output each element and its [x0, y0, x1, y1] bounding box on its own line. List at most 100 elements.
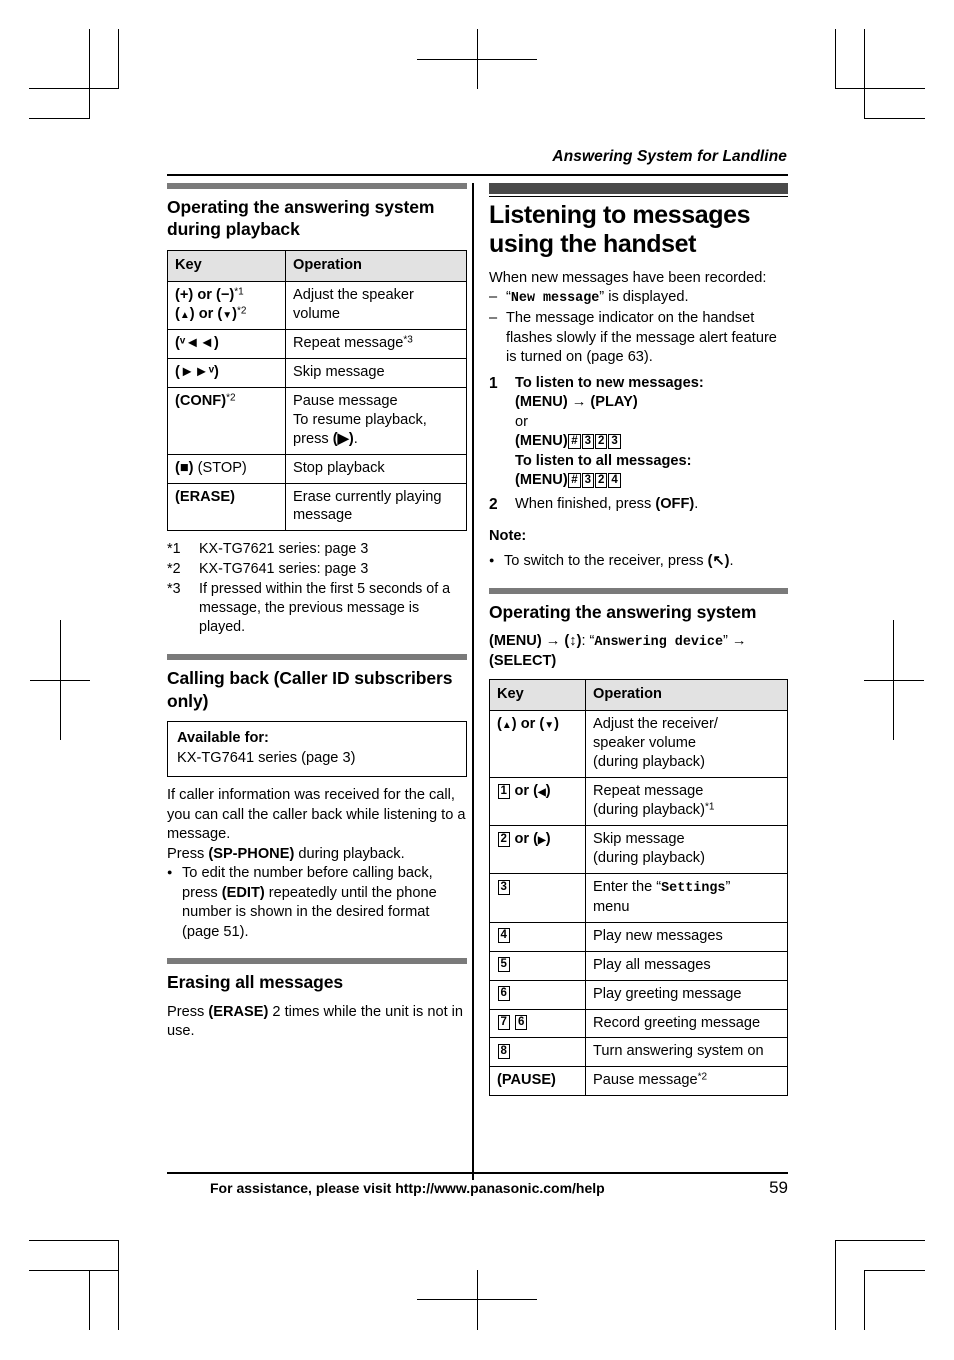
calling-back-paragraph: If caller information was received for t…: [167, 787, 466, 843]
registration-mark-right-h: [864, 680, 924, 681]
inline-key-edit: (EDIT): [221, 884, 265, 901]
available-for-title: Available for:: [177, 730, 269, 747]
key-cell-record-greeting: 7 6: [489, 1008, 586, 1039]
operation-cell-repeat: Repeat message*3: [285, 328, 467, 359]
inline-key-select: (SELECT): [489, 652, 557, 669]
keycap-2: 2: [595, 472, 608, 488]
keycap-6: 6: [514, 1015, 528, 1030]
table-row: 8 Turn answering system on: [489, 1037, 788, 1068]
operation-cell-repeat: Repeat message (during playback)*1: [585, 777, 788, 827]
inline-key-erase: (ERASE): [208, 1003, 269, 1020]
inline-key-menu: (MENU): [489, 632, 542, 649]
operation-cell-turn-on: Turn answering system on: [585, 1037, 788, 1068]
key-cell-volume: (+) or (−)*1 (▲) or (▼)*2: [167, 280, 286, 330]
operation-cell-play-greeting: Play greeting message: [585, 979, 788, 1010]
crop-mark-bottom-right-h2: [864, 1270, 925, 1271]
crop-mark-bottom-right-h1: [835, 1240, 925, 1241]
table-row: (ERASE) Erase currently playing message: [167, 482, 467, 532]
list-item: To edit the number before calling back, …: [167, 864, 467, 942]
crop-mark-bottom-left-h2: [29, 1270, 119, 1271]
arrow-icon: →: [567, 394, 591, 411]
column-header-key: Key: [167, 249, 286, 282]
table-row: 5 Play all messages: [489, 950, 788, 981]
footnote-list: *1 KX-TG7621 series: page 3 *2 KX-TG7641…: [167, 540, 467, 638]
erasing-all-messages-text: Press (ERASE) 2 times while the unit is …: [167, 1003, 464, 1040]
keycap-2: 2: [497, 831, 510, 847]
keycap-hash: #: [568, 433, 581, 449]
inline-key-off: (OFF): [655, 495, 695, 512]
table-row: (ᵛ◄◄) Repeat message*3: [167, 328, 467, 359]
keycap-4: 4: [497, 928, 510, 943]
table-row: (►►ᵛ) Skip message: [167, 357, 467, 388]
listening-steps: 1 To listen to new messages: (MENU) → (P…: [489, 374, 788, 515]
table-row: (PAUSE) Pause message*2: [489, 1066, 788, 1097]
key-cell-pause: (PAUSE): [489, 1066, 586, 1097]
column-header-key: Key: [489, 679, 586, 712]
footnote-ref: *2: [237, 305, 247, 317]
menu-navigation-line: (MENU) → (↕): “Answering device” → (SELE…: [489, 632, 747, 669]
operation-cell-pause: Pause message*2: [585, 1066, 788, 1097]
operation-cell-skip: Skip message: [285, 357, 467, 388]
table-row: (CONF)*2 Pause message To resume playbac…: [167, 386, 467, 455]
footer-assistance-text: For assistance, please visit http://www.…: [210, 1180, 605, 1196]
section-heading-operating-during-playback: Operating the answering system during pl…: [167, 197, 435, 240]
section-bar: [489, 587, 788, 594]
operation-cell-record-greeting: Record greeting message: [585, 1008, 788, 1039]
new-message-conditions: “New message” is displayed. The message …: [489, 288, 788, 368]
crop-mark-bottom-left-h1: [29, 1240, 119, 1241]
header-rule: [167, 174, 788, 176]
display-text-settings: Settings: [661, 881, 726, 897]
section-heading-operating-answering-system: Operating the answering system: [489, 601, 757, 622]
crop-mark-top-left-v1: [89, 29, 90, 118]
chapter-bar-rule: [489, 196, 788, 197]
crop-mark-top-right-h1: [835, 88, 925, 89]
crop-mark-bottom-right-v2: [864, 1270, 865, 1330]
step-number: 2: [489, 495, 498, 513]
footnote-text: KX-TG7621 series: page 3: [199, 541, 369, 558]
table-row: 1 or (◀) Repeat message (during playback…: [489, 777, 788, 827]
key-cell-repeat: (ᵛ◄◄): [167, 328, 286, 359]
section-heading-erasing-all-messages: Erasing all messages: [167, 972, 344, 993]
key-cell-play-greeting: 6: [489, 979, 586, 1010]
step-item: 1 To listen to new messages: (MENU) → (P…: [489, 374, 788, 491]
key-cell-play-new: 4: [489, 921, 586, 952]
table-row: 6 Play greeting message: [489, 979, 788, 1010]
key-cell-repeat: 1 or (◀): [489, 777, 586, 827]
crop-mark-top-right-v1: [835, 29, 836, 89]
crop-mark-bottom-left-v2: [89, 1270, 90, 1330]
crop-mark-top-right-v2: [864, 29, 865, 118]
calling-back-press-line: Press (SP-PHONE) during playback.: [167, 845, 405, 862]
list-item: The message indicator on the handset fla…: [489, 309, 788, 368]
calling-back-bullets: To edit the number before calling back, …: [167, 864, 467, 942]
left-column: Operating the answering system during pl…: [167, 183, 467, 1042]
arrow-icon: →: [541, 632, 565, 649]
footnote-mark: *3: [167, 581, 181, 598]
step-number: 1: [489, 374, 498, 392]
step-line-new-messages: To listen to new messages:: [515, 374, 704, 391]
registration-mark-bottom-v: [477, 1270, 478, 1330]
operation-cell-volume: Adjust the receiver/ speaker volume (dur…: [585, 710, 788, 779]
step-or: or: [515, 413, 528, 430]
list-item: “New message” is displayed.: [489, 288, 788, 308]
key-cell-play-all: 5: [489, 950, 586, 981]
column-header-operation: Operation: [585, 679, 788, 712]
right-column: Listening to messages using the handset …: [489, 183, 788, 1097]
inline-key-play: (PLAY): [590, 394, 638, 411]
key-cell-settings: 3: [489, 873, 586, 923]
inline-key-menu: (MENU): [515, 394, 568, 411]
intro-paragraph: When new messages have been recorded:: [489, 269, 767, 286]
crop-mark-top-right-h2: [864, 118, 925, 119]
answering-system-key-table: Key Operation (▲) or (▼) Adjust the rece…: [489, 679, 788, 1097]
footnote-ref: *1: [234, 286, 244, 298]
operation-cell-play-new: Play new messages: [585, 921, 788, 952]
key-cell-skip: (►►ᵛ): [167, 357, 286, 388]
inline-key-play: (▶): [332, 430, 354, 447]
crop-mark-bottom-left-v1: [118, 1240, 119, 1330]
operation-cell-erase: Erase currently playing message: [285, 482, 467, 532]
registration-mark-top-v: [477, 29, 478, 89]
footnote-text: If pressed within the first 5 seconds of…: [199, 581, 451, 636]
arrow-icon: →: [731, 632, 747, 649]
crop-mark-top-left-v2: [118, 29, 119, 89]
note-label: Note:: [489, 528, 527, 545]
manual-page: Answering System for Landline Operating …: [0, 0, 954, 1360]
